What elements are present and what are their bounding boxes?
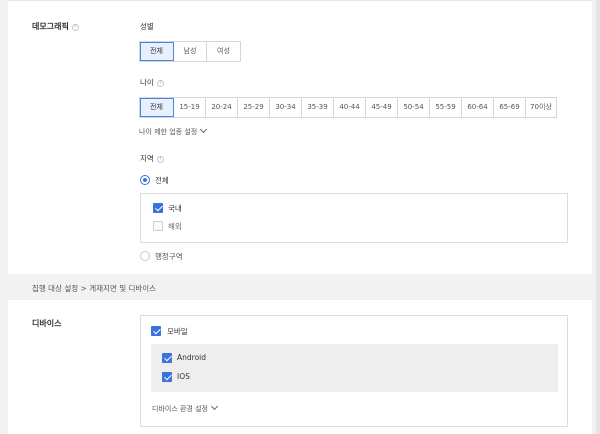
domestic-label: 국내 [168,204,182,213]
domestic-checkbox[interactable] [153,203,163,213]
gender-female-button[interactable]: 여성 [207,42,240,61]
age-option-button[interactable]: 50-54 [398,98,430,117]
age-option-button[interactable]: 15-19 [174,98,206,117]
help-icon[interactable]: ? [71,24,79,31]
age-option-button[interactable]: 20-24 [206,98,238,117]
demographic-panel: 데모그래픽? 성별 전체 남성 여성 나이? 전체 15-19 20-24 25… [8,0,592,274]
region-label: 지역? [140,153,164,164]
age-option-button[interactable]: 60-64 [462,98,494,117]
age-label: 나이? [140,77,164,88]
gender-segment: 전체 남성 여성 [139,41,241,62]
help-icon[interactable]: ? [156,80,164,87]
ios-checkbox[interactable] [162,372,172,382]
device-panel: 디바이스 모바일 Android IOS 디바이스 환경 설정 [8,300,592,434]
help-icon[interactable]: ? [156,156,164,163]
overseas-label: 해외 [168,222,182,231]
ios-label: IOS [177,372,190,381]
device-box: 모바일 Android IOS 디바이스 환경 설정 [140,315,568,427]
age-option-button[interactable]: 55-59 [430,98,462,117]
section-header: 집행 대상 설정 > 게재지면 및 디바이스 [0,274,600,300]
gender-label: 성별 [140,22,154,31]
age-option-button[interactable]: 25-29 [238,98,270,117]
mobile-label: 모바일 [167,327,188,336]
age-all-button[interactable]: 전체 [140,98,174,117]
age-restrict-link[interactable]: 나이 제한 업종 설정 [139,125,208,137]
age-option-button[interactable]: 70이상 [526,98,556,117]
region-detail-box: 국내 해외 [140,193,568,243]
chevron-down-icon [200,125,208,134]
gender-male-button[interactable]: 남성 [174,42,207,61]
page: 데모그래픽? 성별 전체 남성 여성 나이? 전체 15-19 20-24 25… [0,0,600,434]
age-segment: 전체 15-19 20-24 25-29 30-34 35-39 40-44 4… [139,97,557,118]
demographic-label: 데모그래픽? [32,21,79,32]
region-admin-label: 행정구역 [155,252,183,261]
overseas-checkbox[interactable] [153,221,163,231]
android-label: Android [177,353,206,362]
device-env-link[interactable]: 디바이스 환경 설정 [152,402,219,414]
mobile-os-group: Android IOS [151,344,558,392]
region-all-label: 전체 [155,176,169,185]
mobile-checkbox[interactable] [151,326,161,336]
region-all-radio[interactable] [140,175,150,185]
android-checkbox[interactable] [162,353,172,363]
device-label: 디바이스 [32,319,62,328]
gender-all-button[interactable]: 전체 [140,42,174,61]
age-option-button[interactable]: 40-44 [334,98,366,117]
age-option-button[interactable]: 45-49 [366,98,398,117]
chevron-down-icon [210,402,219,411]
scrollbar[interactable] [596,0,600,434]
age-option-button[interactable]: 35-39 [302,98,334,117]
region-admin-radio[interactable] [140,251,150,261]
age-option-button[interactable]: 65-69 [494,98,526,117]
age-option-button[interactable]: 30-34 [270,98,302,117]
